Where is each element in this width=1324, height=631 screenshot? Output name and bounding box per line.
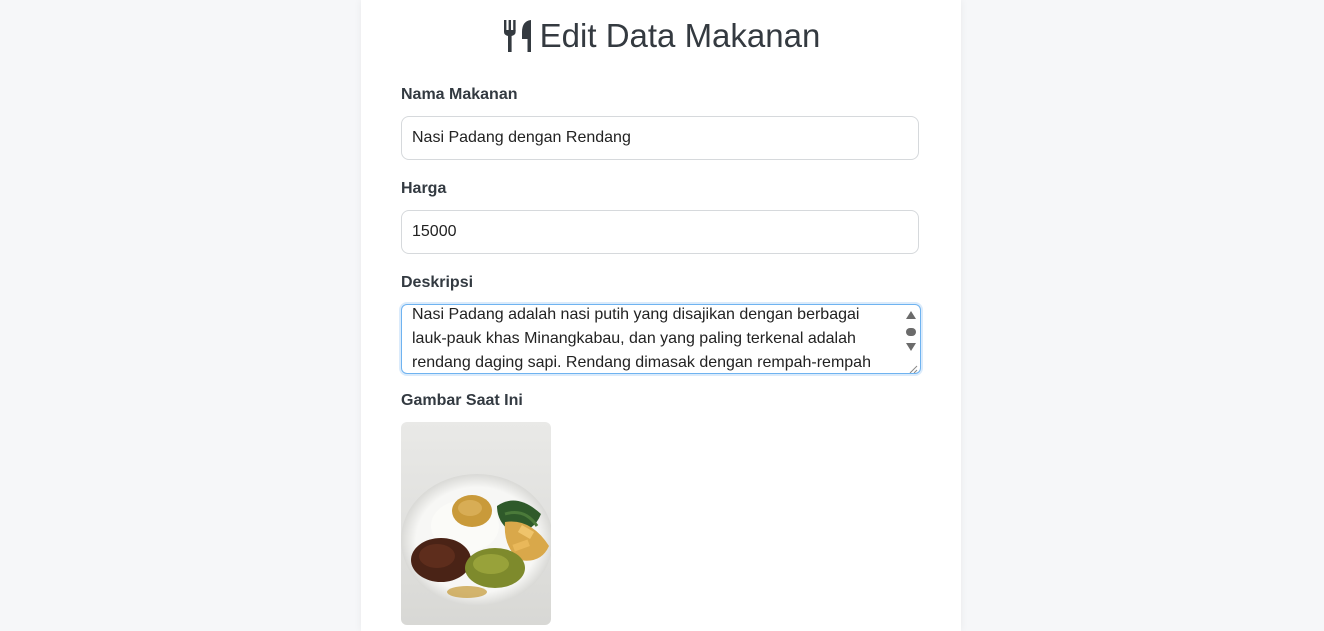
resize-grip-icon[interactable] (908, 361, 918, 373)
nama-makanan-label: Nama Makanan (401, 86, 518, 103)
form-card: Edit Data Makanan Nama Makanan Nasi Pada… (361, 0, 961, 631)
deskripsi-line: rendang daging sapi. Rendang dimasak den… (412, 354, 871, 371)
page-title: Edit Data Makanan (539, 17, 821, 54)
scroll-thumb[interactable] (906, 328, 916, 336)
nama-makanan-value: Nasi Padang dengan Rendang (412, 129, 631, 146)
deskripsi-label: Deskripsi (401, 274, 474, 291)
current-food-image (401, 422, 551, 625)
nama-makanan-input[interactable]: Nasi Padang dengan Rendang (401, 116, 919, 160)
scroll-down-arrow-icon[interactable] (906, 343, 916, 351)
deskripsi-textarea[interactable]: Nasi Padang adalah nasi putih yang disaj… (401, 304, 921, 374)
deskripsi-line: Nasi Padang adalah nasi putih yang disaj… (412, 306, 860, 323)
scroll-up-arrow-icon[interactable] (906, 311, 916, 319)
harga-label: Harga (401, 180, 447, 197)
deskripsi-line: lauk-pauk khas Minangkabau, dan yang pal… (412, 330, 856, 347)
gambar-saat-ini-label: Gambar Saat Ini (401, 392, 523, 409)
utensils-icon (502, 19, 534, 53)
harga-value: 15000 (412, 223, 457, 240)
page-header: Edit Data Makanan (361, 14, 961, 58)
deskripsi-text: Nasi Padang adalah nasi putih yang disaj… (412, 305, 882, 373)
harga-input[interactable]: 15000 (401, 210, 919, 254)
